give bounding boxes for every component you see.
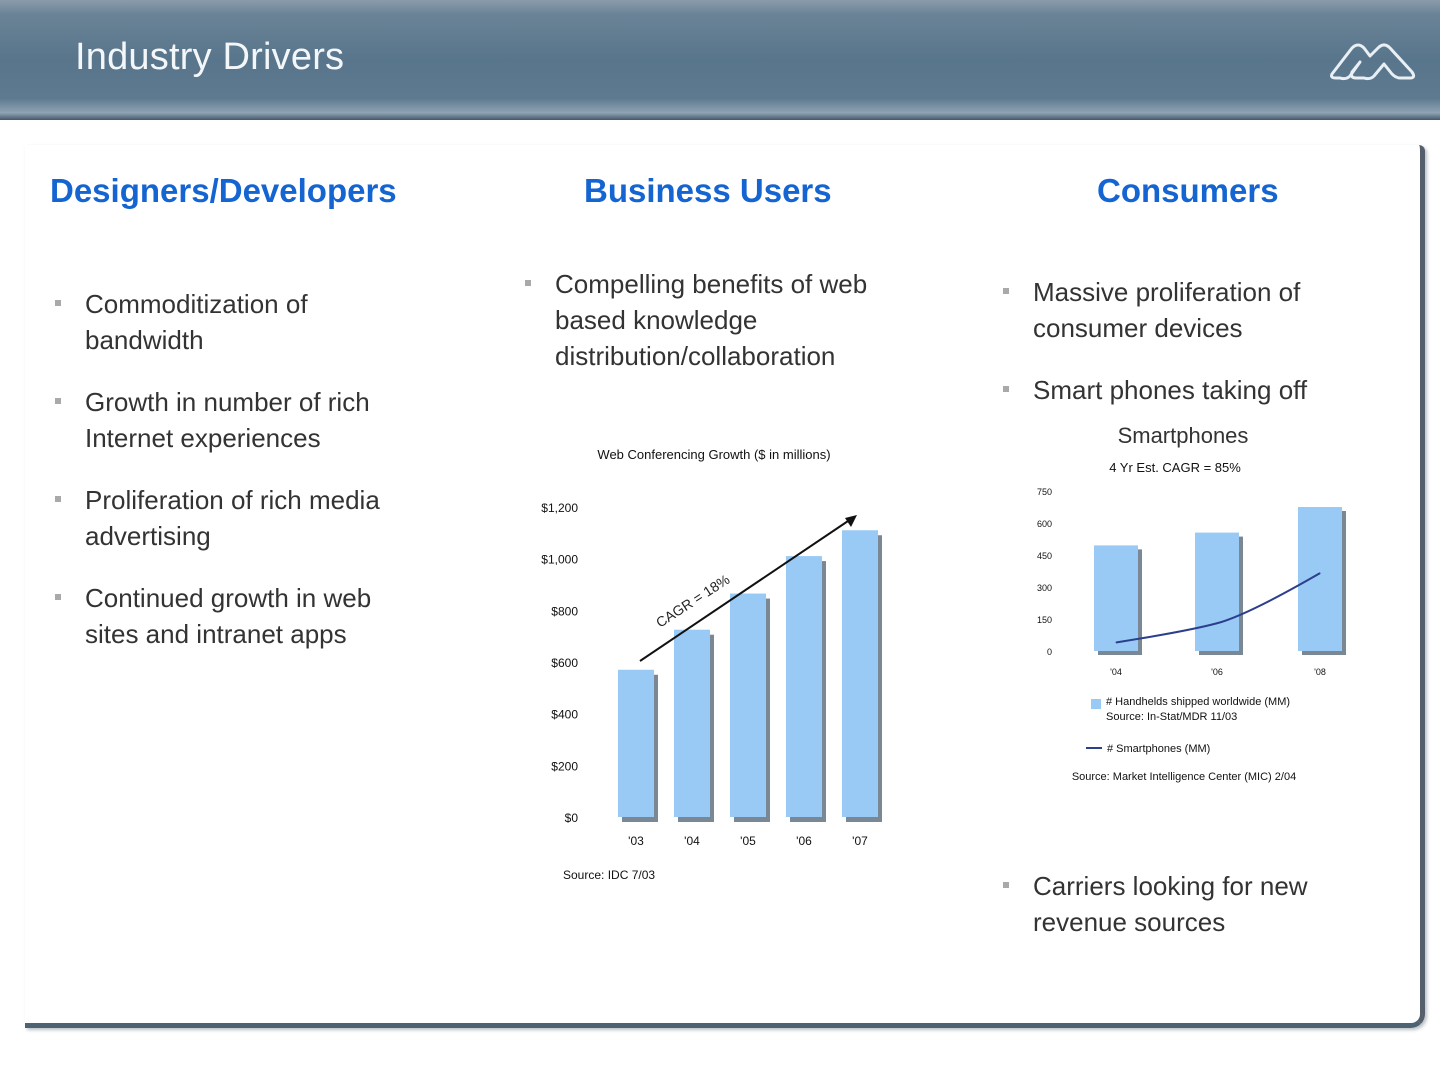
chart-title: Web Conferencing Growth ($ in millions) <box>597 447 830 462</box>
chart-subtitle: 4 Yr Est. CAGR = 85% <box>1109 460 1241 475</box>
bar <box>842 530 878 817</box>
y-tick-label: $600 <box>551 656 578 670</box>
chart-title: Smartphones <box>1118 423 1249 448</box>
x-tick-label: '05 <box>740 834 756 848</box>
column-title-business: Business Users <box>584 172 832 209</box>
x-tick-label: '08 <box>1314 667 1326 677</box>
bar <box>1094 545 1138 651</box>
business-bullet-list: Compelling benefits of web based knowled… <box>525 266 905 374</box>
y-tick-label: $200 <box>551 759 578 773</box>
chart-source: Source: IDC 7/03 <box>563 868 655 882</box>
bullet-item: Smart phones taking off <box>1003 372 1363 408</box>
consumers-bullet-list: Massive proliferation of consumer device… <box>1003 274 1363 408</box>
web-conferencing-chart: Web Conferencing Growth ($ in millions) … <box>541 447 882 882</box>
legend-label-smartphones: # Smartphones (MM) <box>1107 743 1210 755</box>
line-point <box>1319 572 1321 574</box>
slide-header: Industry Drivers <box>0 0 1440 120</box>
line-point <box>1115 641 1117 643</box>
y-tick-label: $800 <box>551 604 578 618</box>
bullet-item: Carriers looking for new revenue sources <box>1003 868 1363 940</box>
bullet-icon <box>55 496 61 502</box>
line-point <box>1216 622 1218 624</box>
legend-source-handhelds: Source: In-Stat/MDR 11/03 <box>1106 711 1237 723</box>
bar <box>674 629 710 817</box>
bar <box>618 669 654 817</box>
cagr-annotation: CAGR = 18% <box>653 571 733 630</box>
y-tick-label: $1,200 <box>541 501 578 515</box>
x-tick-label: '03 <box>628 834 644 848</box>
x-tick-label: '04 <box>1110 667 1122 677</box>
bullet-item: Massive proliferation of consumer device… <box>1003 274 1363 346</box>
bullet-item: Continued growth in web sites and intran… <box>55 580 415 652</box>
designers-bullet-list: Commoditization of bandwidth Growth in n… <box>55 286 415 652</box>
x-tick-label: '06 <box>1211 667 1223 677</box>
y-tick-label: $0 <box>565 811 579 825</box>
y-tick-label: 150 <box>1037 615 1052 625</box>
bar <box>1298 507 1342 651</box>
chart-source: Source: Market Intelligence Center (MIC)… <box>1072 771 1296 783</box>
y-tick-label: $400 <box>551 708 578 722</box>
bullet-icon <box>1003 288 1009 294</box>
macromedia-logo-icon <box>1330 43 1416 81</box>
y-tick-label: 300 <box>1037 583 1052 593</box>
x-tick-label: '06 <box>796 834 812 848</box>
bullet-icon <box>55 398 61 404</box>
bullet-icon <box>55 300 61 306</box>
smartphones-chart: Smartphones 4 Yr Est. CAGR = 85% 0 150 300… <box>1037 423 1346 783</box>
x-tick-label: '07 <box>852 834 868 848</box>
column-title-designers: Designers/Developers <box>50 172 397 209</box>
bar <box>1195 532 1239 651</box>
slide-title: Industry Drivers <box>75 36 345 78</box>
legend-swatch-handhelds <box>1091 699 1101 709</box>
bullet-icon <box>1003 882 1009 888</box>
bullet-item: Growth in number of rich Internet experi… <box>55 384 415 456</box>
consumers-bullet-list-2: Carriers looking for new revenue sources <box>1003 868 1363 940</box>
column-title-consumers: Consumers <box>1097 172 1279 209</box>
y-tick-label: $1,000 <box>541 553 578 567</box>
y-tick-label: 0 <box>1047 647 1052 657</box>
bar <box>730 593 766 817</box>
y-tick-label: 600 <box>1037 519 1052 529</box>
bullet-item: Commoditization of bandwidth <box>55 286 415 358</box>
legend-label-handhelds: # Handhelds shipped worldwide (MM) <box>1106 696 1290 708</box>
bullet-icon <box>55 594 61 600</box>
x-tick-label: '04 <box>684 834 700 848</box>
bullet-item: Compelling benefits of web based knowled… <box>525 266 905 374</box>
bar <box>786 556 822 817</box>
bullet-icon <box>525 280 531 286</box>
y-tick-label: 450 <box>1037 551 1052 561</box>
bullet-icon <box>1003 386 1009 392</box>
y-tick-label: 750 <box>1037 487 1052 497</box>
bullet-item: Proliferation of rich media advertising <box>55 482 415 554</box>
